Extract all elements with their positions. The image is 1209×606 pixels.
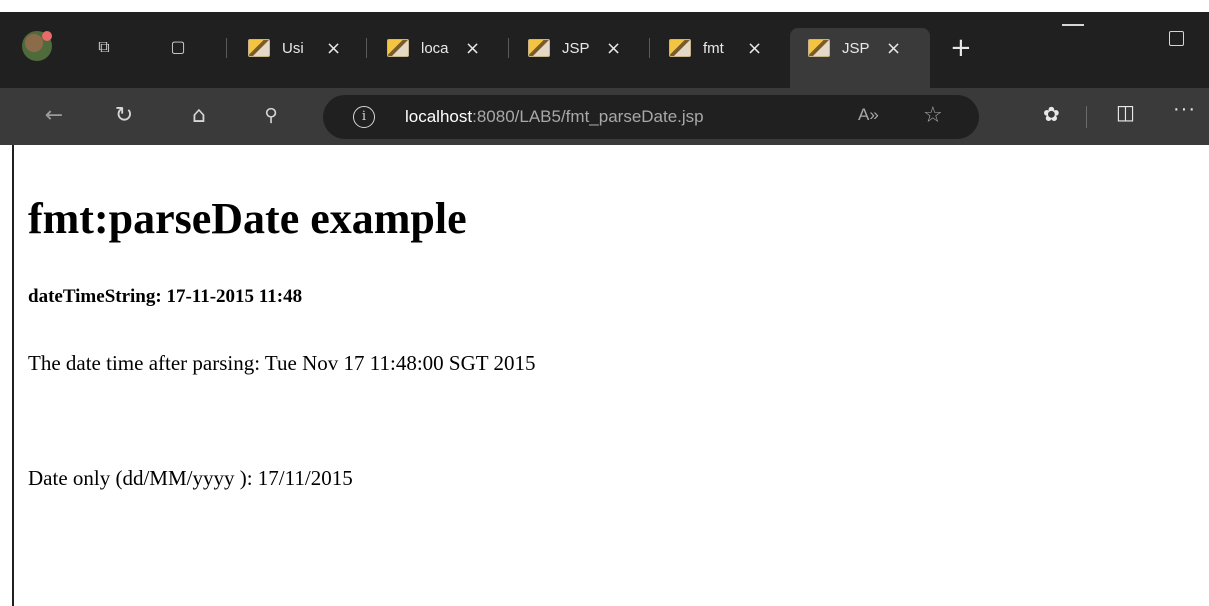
new-tab-button[interactable]: + bbox=[950, 33, 972, 63]
url-host: localhost bbox=[405, 107, 473, 126]
tab-3-title: JSP bbox=[562, 39, 590, 57]
close-icon[interactable]: × bbox=[606, 38, 621, 59]
read-aloud-icon[interactable]: A» bbox=[858, 105, 879, 125]
refresh-icon[interactable]: ↻ bbox=[110, 102, 138, 130]
window-top-edge bbox=[0, 0, 1209, 12]
tab-separator bbox=[508, 38, 509, 58]
profile-status-dot bbox=[42, 31, 52, 41]
tab-separator bbox=[366, 38, 367, 58]
tab-2-title: loca bbox=[421, 39, 449, 57]
tab-separator bbox=[226, 38, 227, 58]
browser-chrome: ⧉ ▢ Usi × loca × JSP × fmt × JSP × + ← ↻… bbox=[0, 0, 1209, 145]
site-info-icon[interactable]: i bbox=[353, 106, 375, 128]
tab-1-title: Usi bbox=[282, 39, 304, 57]
tab-2[interactable]: loca × bbox=[387, 28, 480, 68]
tomcat-favicon-icon bbox=[387, 39, 409, 57]
back-arrow-icon[interactable]: ← bbox=[40, 102, 68, 130]
url-text[interactable]: localhost:8080/LAB5/fmt_parseDate.jsp bbox=[405, 107, 704, 127]
navigation-toolbar: ← ↻ ⌂ ⚲ i localhost:8080/LAB5/fmt_parseD… bbox=[0, 88, 1209, 145]
tomcat-favicon-icon bbox=[808, 39, 830, 57]
maximize-button[interactable] bbox=[1169, 31, 1184, 46]
search-icon[interactable]: ⚲ bbox=[257, 102, 285, 130]
more-menu-icon[interactable]: ··· bbox=[1173, 98, 1196, 121]
page-content: fmt:parseDate example dateTimeString: 17… bbox=[12, 145, 1209, 606]
url-path: :8080/LAB5/fmt_parseDate.jsp bbox=[472, 107, 704, 126]
close-icon[interactable]: × bbox=[326, 38, 341, 59]
tab-separator bbox=[649, 38, 650, 58]
date-only-text: Date only (dd/MM/yyyy ): 17/11/2015 bbox=[28, 466, 353, 490]
tab-4-title: fmt bbox=[703, 39, 724, 57]
home-icon[interactable]: ⌂ bbox=[185, 102, 213, 130]
address-bar[interactable]: i localhost:8080/LAB5/fmt_parseDate.jsp … bbox=[323, 95, 979, 139]
toolbar-separator bbox=[1086, 106, 1087, 128]
tab-4[interactable]: fmt × bbox=[669, 28, 762, 68]
tab-3[interactable]: JSP × bbox=[528, 28, 621, 68]
tomcat-favicon-icon bbox=[248, 39, 270, 57]
close-icon[interactable]: × bbox=[465, 38, 480, 59]
tomcat-favicon-icon bbox=[669, 39, 691, 57]
tomcat-favicon-icon bbox=[528, 39, 550, 57]
tab-5-active[interactable]: JSP × bbox=[790, 28, 930, 88]
workspaces-icon[interactable]: ⧉ bbox=[93, 36, 115, 58]
favorite-star-icon[interactable]: ☆ bbox=[923, 103, 943, 128]
close-icon[interactable]: × bbox=[747, 38, 762, 59]
parsed-datetime-text: The date time after parsing: Tue Nov 17 … bbox=[28, 351, 536, 375]
split-screen-icon[interactable]: ◫ bbox=[1116, 100, 1135, 124]
tab-strip: ⧉ ▢ Usi × loca × JSP × fmt × JSP × + bbox=[0, 0, 1209, 88]
page-heading: fmt:parseDate example bbox=[28, 194, 467, 243]
close-icon[interactable]: × bbox=[886, 38, 901, 59]
tab-actions-icon[interactable]: ▢ bbox=[167, 36, 189, 58]
minimize-button[interactable] bbox=[1062, 24, 1084, 26]
tab-1[interactable]: Usi × bbox=[248, 28, 341, 68]
datetime-string-label: dateTimeString: 17-11-2015 11:48 bbox=[28, 286, 303, 307]
extensions-icon[interactable]: ✿ bbox=[1043, 102, 1060, 126]
tab-5-title: JSP bbox=[842, 39, 870, 57]
